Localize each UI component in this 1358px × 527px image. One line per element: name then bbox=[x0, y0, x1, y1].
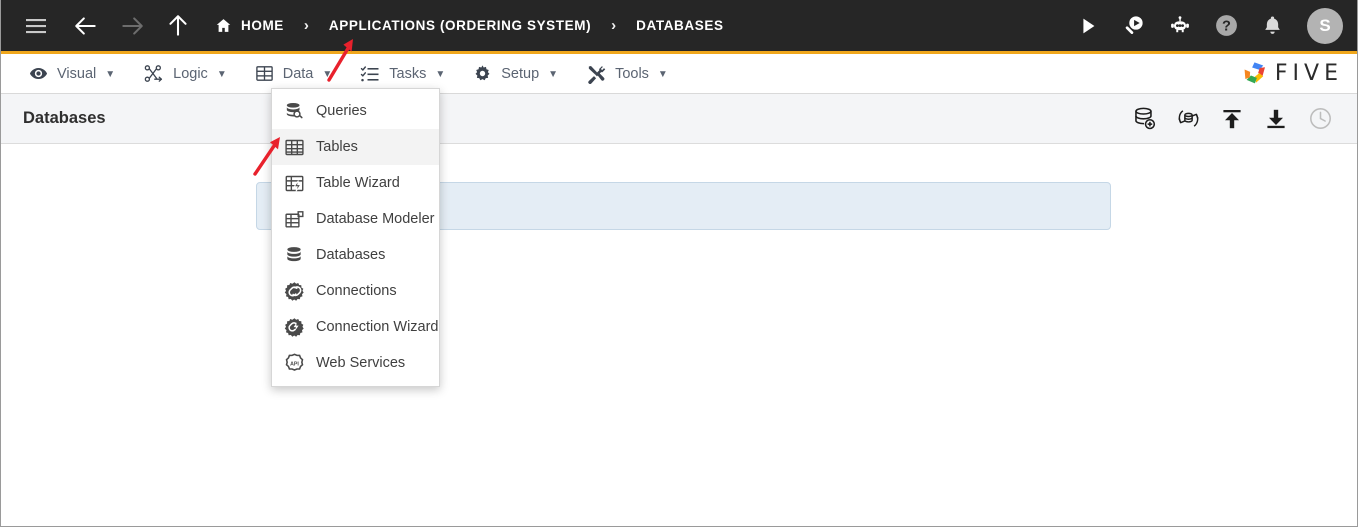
search-play-icon[interactable] bbox=[1117, 9, 1151, 43]
connection-wizard-icon bbox=[283, 316, 305, 338]
database-plus-icon[interactable] bbox=[1131, 106, 1157, 132]
menu-label: Setup bbox=[501, 65, 540, 82]
breadcrumb: HOME › APPLICATIONS (ORDERING SYSTEM) › … bbox=[215, 17, 724, 34]
menu-option-label: Table Wizard bbox=[316, 175, 400, 191]
menu-option-label: Connection Wizard bbox=[316, 319, 439, 335]
menu-label: Data bbox=[282, 65, 314, 82]
database-sync-icon[interactable] bbox=[1175, 106, 1201, 132]
question-circle-icon[interactable]: ? bbox=[1209, 9, 1243, 43]
breadcrumb-separator: › bbox=[611, 17, 617, 34]
menu-option-table-wizard[interactable]: Table Wizard bbox=[272, 165, 439, 201]
menu-option-label: Database Modeler bbox=[316, 211, 435, 227]
menu-option-label: Connections bbox=[316, 283, 397, 299]
menu-option-tables[interactable]: Tables bbox=[272, 129, 439, 165]
chevron-down-icon: ▼ bbox=[105, 68, 116, 80]
breadcrumb-item-home[interactable]: HOME bbox=[215, 17, 284, 34]
page-content bbox=[1, 144, 1357, 524]
chevron-down-icon: ▼ bbox=[435, 68, 446, 80]
navigation-arrows bbox=[69, 9, 195, 43]
five-pinwheel-logo-icon bbox=[1241, 60, 1268, 87]
bell-icon[interactable] bbox=[1255, 9, 1289, 43]
menu-item-visual[interactable]: Visual ▼ bbox=[15, 54, 129, 94]
tools-icon bbox=[586, 64, 606, 84]
hamburger-icon[interactable] bbox=[19, 9, 53, 43]
table-wizard-icon bbox=[283, 172, 305, 194]
breadcrumb-separator: › bbox=[303, 17, 309, 34]
logo-text: FIVE bbox=[1274, 61, 1343, 86]
five-application-window: HOME › APPLICATIONS (ORDERING SYSTEM) › … bbox=[0, 0, 1358, 527]
svg-text:API: API bbox=[290, 361, 299, 367]
breadcrumb-item-applications[interactable]: APPLICATIONS (ORDERING SYSTEM) bbox=[329, 18, 591, 33]
download-icon[interactable] bbox=[1263, 106, 1289, 132]
svg-text:?: ? bbox=[1222, 19, 1231, 35]
menu-option-label: Databases bbox=[316, 247, 386, 263]
grid-table-icon bbox=[255, 64, 274, 83]
menu-option-connection-wizard[interactable]: Connection Wizard bbox=[272, 309, 439, 345]
play-icon[interactable] bbox=[1071, 9, 1105, 43]
avatar[interactable]: S bbox=[1307, 7, 1343, 44]
gear-icon bbox=[473, 64, 492, 83]
eye-icon bbox=[29, 64, 48, 83]
arrow-up-icon[interactable] bbox=[161, 9, 195, 43]
menu-option-label: Web Services bbox=[316, 355, 406, 371]
breadcrumb-item-databases[interactable]: DATABASES bbox=[636, 18, 723, 33]
upload-icon[interactable] bbox=[1219, 106, 1245, 132]
page-title: Databases bbox=[23, 109, 106, 127]
menu-item-setup[interactable]: Setup ▼ bbox=[459, 54, 572, 94]
menu-item-logic[interactable]: Logic ▼ bbox=[129, 54, 241, 94]
data-menu-dropdown: Queries Tables Table Wizard Database Mod… bbox=[271, 88, 440, 387]
top-navigation-bar: HOME › APPLICATIONS (ORDERING SYSTEM) › … bbox=[1, 0, 1357, 54]
breadcrumb-label: HOME bbox=[241, 18, 284, 33]
page-title-bar: Databases bbox=[1, 94, 1357, 144]
menu-label: Logic bbox=[173, 65, 208, 82]
database-modeler-icon bbox=[283, 208, 305, 230]
menu-option-label: Tables bbox=[316, 139, 358, 155]
menu-label: Tools bbox=[615, 65, 649, 82]
logic-nodes-icon bbox=[143, 63, 164, 84]
menu-option-connections[interactable]: Connections bbox=[272, 273, 439, 309]
arrow-left-icon[interactable] bbox=[69, 9, 103, 43]
database-search-icon bbox=[283, 100, 305, 122]
breadcrumb-label: APPLICATIONS (ORDERING SYSTEM) bbox=[328, 18, 592, 33]
menu-item-tools[interactable]: Tools ▼ bbox=[572, 54, 682, 94]
five-logo: FIVE bbox=[1241, 60, 1343, 87]
arrow-right-icon[interactable] bbox=[115, 9, 149, 43]
topbar-actions: ? S bbox=[1071, 7, 1343, 44]
menu-option-label: Queries bbox=[316, 103, 367, 119]
menu-label: Tasks bbox=[389, 65, 427, 82]
main-menu-bar: Visual ▼ Logic ▼ Data ▼ Tasks ▼ Setup ▼ … bbox=[1, 54, 1357, 94]
chevron-down-icon: ▼ bbox=[657, 68, 668, 80]
chevron-down-icon: ▼ bbox=[548, 68, 559, 80]
menu-option-web-services[interactable]: API Web Services bbox=[272, 345, 439, 381]
database-icon bbox=[283, 244, 305, 266]
connection-icon bbox=[283, 280, 305, 302]
chevron-down-icon: ▼ bbox=[216, 68, 227, 80]
grid-table-icon bbox=[283, 136, 305, 158]
menu-option-database-modeler[interactable]: Database Modeler bbox=[272, 201, 439, 237]
page-toolbar bbox=[1131, 106, 1343, 132]
menu-label: Visual bbox=[57, 65, 97, 82]
checklist-icon bbox=[360, 64, 380, 84]
breadcrumb-label: DATABASES bbox=[636, 18, 724, 33]
robot-icon[interactable] bbox=[1163, 9, 1197, 43]
chevron-down-icon: ▼ bbox=[322, 68, 333, 80]
menu-option-queries[interactable]: Queries bbox=[272, 93, 439, 129]
clock-icon bbox=[1307, 106, 1333, 132]
api-icon: API bbox=[283, 352, 305, 374]
menu-option-databases[interactable]: Databases bbox=[272, 237, 439, 273]
home-icon bbox=[215, 17, 232, 34]
